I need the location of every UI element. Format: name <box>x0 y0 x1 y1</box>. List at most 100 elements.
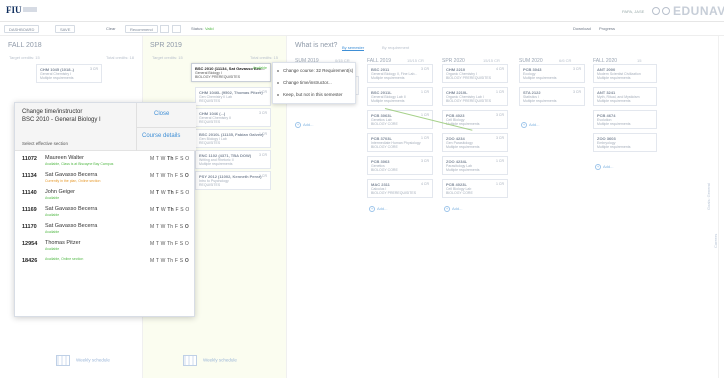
course-card[interactable]: CHM 2210L Organic Chemistry Lab I BIOLOGY … <box>442 87 508 106</box>
plus-icon: + <box>521 122 527 128</box>
course-requirement: REQUISITES <box>199 120 221 124</box>
section-row[interactable]: 12954 Thomas Pitzer Available M T W Th F… <box>15 238 196 255</box>
course-card[interactable]: PCB 3703L Intermediate Human Physiology BI… <box>367 133 433 152</box>
course-card[interactable]: BSC 2011L General Biology Lab II Multiple … <box>367 87 433 106</box>
menu-item-keep-not-this-semester[interactable]: Keep, but not in this semester <box>273 89 355 101</box>
section-id: 11169 <box>22 207 37 213</box>
add-label: Add... <box>603 164 614 169</box>
section-instructor: Sat Gavasso Becerra <box>45 223 98 229</box>
dashboard-button[interactable]: DASHBOARD <box>4 25 40 33</box>
add-course-link[interactable]: + Add... <box>295 122 313 128</box>
tab-by-semester[interactable]: By semester <box>342 45 365 51</box>
course-card[interactable]: PSY 2012 (11002, Kenneth Perez) Intro to… <box>195 171 271 190</box>
plus-icon: + <box>595 164 601 170</box>
course-card[interactable]: ANT 3241 Myth, Ritual, and Mysticism Multi… <box>593 87 657 106</box>
course-card[interactable]: CHM 1045 (1018..) General Chemistry I Mu… <box>36 64 102 83</box>
course-card[interactable]: CHM 1046 (...) General Chemistry II REQU… <box>195 108 271 127</box>
brand-logo: EDUNAV <box>673 4 724 18</box>
download-button[interactable]: Download <box>573 26 591 31</box>
section-row[interactable]: 11170 Sat Gavasso Becerra Available M T … <box>15 221 196 238</box>
redo-icon[interactable] <box>172 25 181 33</box>
course-credits: 4 CR <box>421 182 429 186</box>
top-bar: FIU PAPA, JASE EDUNAV <box>0 0 724 22</box>
add-label: Add... <box>529 122 540 127</box>
term-credits-sum-2020: 6/6 CR <box>559 58 572 63</box>
course-card[interactable]: ZOO 4234L Parasitology Lab Multiple requir… <box>442 156 508 175</box>
course-card[interactable]: BSC 2010L (11135, Fabian Galvez) Gen Bio… <box>195 129 271 148</box>
course-card[interactable]: PCB 4674 Evolution Multiple requirements <box>593 110 657 129</box>
section-row[interactable]: 11140 John Geiger Available M T W Th F S… <box>15 187 196 204</box>
section-days: M T W Th F S O <box>150 224 189 230</box>
course-requirement: BIOLOGY CORE <box>446 191 473 195</box>
course-requirement: BIOLOGY CORE <box>371 145 398 149</box>
menu-item-change-time-instructor[interactable]: Change time/instructor... <box>273 77 355 89</box>
search-icon[interactable] <box>652 7 660 15</box>
section-days: M T W Th F S O <box>150 207 190 213</box>
section-note: Available <box>45 230 60 234</box>
course-card[interactable]: ANT 2000 Modern Scientist Civilization Mul… <box>593 64 657 83</box>
course-details-button[interactable]: Course details <box>142 133 180 139</box>
course-context-menu: Change course: 32 Requirement(s) Change … <box>272 62 356 104</box>
course-card[interactable]: PCB 3063 Genetics BIOLOGY CORE 3 CR <box>367 156 433 175</box>
add-course-link[interactable]: + Add... <box>595 164 613 170</box>
course-requirement: Multiple requirements <box>371 76 405 80</box>
section-days: M T W Th F S O <box>150 241 189 247</box>
course-card[interactable]: ZOO 4234 Gen Parasitology Multiple require… <box>442 133 508 152</box>
plus-icon: + <box>295 122 301 128</box>
course-credits: 3 CR <box>496 113 504 117</box>
add-course-link[interactable]: + Add... <box>369 206 387 212</box>
section-note: Available <box>45 213 60 217</box>
course-card[interactable]: ZOO 3603 Embryology Multiple requirements <box>593 133 657 152</box>
course-card[interactable]: CHM 2210 Organic Chemistry I BIOLOGY PRERE… <box>442 64 508 83</box>
total-credits: Total credits: 15 <box>249 55 278 60</box>
careers-side-tab[interactable]: Careers <box>713 234 718 248</box>
course-card[interactable]: BSC 2011 General Biology II, Fine Lab... M… <box>367 64 433 83</box>
course-card[interactable]: MAC 2311 Calculus I BIOLOGY PREREQUISITES 4… <box>367 179 433 198</box>
course-credits: 3 CR <box>496 136 504 140</box>
course-card[interactable]: PCB 3043 Ecology Multiple requirements 3 CR <box>519 64 585 83</box>
undo-icon[interactable] <box>160 25 169 33</box>
university-logo[interactable]: FIU <box>6 5 22 15</box>
account-icon[interactable] <box>662 7 670 15</box>
course-requirement: BIOLOGY PREREQUISITES <box>446 99 492 103</box>
course-status: Available <box>252 66 267 70</box>
add-label: Add... <box>377 206 388 211</box>
course-requirement: REQUISITES <box>199 99 221 103</box>
section-id: 12954 <box>22 241 38 247</box>
clear-button[interactable]: Clear <box>106 26 116 31</box>
section-row[interactable]: 11169 Sat Gavasso Becerra Available M T … <box>15 204 196 221</box>
course-card[interactable]: ENC 1102 (4371, TBA DOW) Writing and Rhe… <box>195 150 271 169</box>
bullet-icon <box>277 70 279 72</box>
save-button[interactable]: SAVE <box>55 25 76 33</box>
course-credits: 3 CR <box>573 90 581 94</box>
section-row[interactable]: 11072 Maureen Walter Available, Class is… <box>15 153 196 170</box>
course-card-selected[interactable]: BSC 2010 (11134, Sat Gavasso Bec... Gene… <box>191 63 271 82</box>
course-card[interactable]: CHM 1046L (9502, Thomas Pitzer) Gen Chem… <box>195 87 271 106</box>
goals-side-label[interactable]: Goals: General <box>706 183 711 210</box>
status-label: Status: <box>191 26 204 31</box>
add-course-link[interactable]: + Add... <box>521 122 539 128</box>
weekly-schedule-link[interactable]: Weekly schedule <box>56 355 110 366</box>
course-credits: 3 CR <box>259 111 267 115</box>
change-time-instructor-dialog: Change time/instructor BSC 2010 - Genera… <box>14 102 196 317</box>
menu-item-label: Keep, but not in this semester <box>283 92 343 97</box>
course-card[interactable]: PCB 4023L Cell Biology Lab BIOLOGY CORE 1 C… <box>442 179 508 198</box>
section-list: 11072 Maureen Walter Available, Class is… <box>15 153 196 272</box>
menu-item-change-course[interactable]: Change course: 32 Requirement(s) <box>273 65 355 77</box>
tab-by-requirement[interactable]: By requirement <box>382 45 409 50</box>
section-row[interactable]: 18426 Available, Online section M T W Th… <box>15 255 196 272</box>
course-requirement: BIOLOGY CORE <box>371 168 398 172</box>
close-button[interactable]: Close <box>154 111 169 117</box>
course-credits: 1 CR <box>259 132 267 136</box>
course-card[interactable]: PCB 4023 Cell Biology Multiple requirement… <box>442 110 508 129</box>
course-card[interactable]: STA 2122 Statistics I Multiple requirement… <box>519 87 585 106</box>
bullet-icon <box>277 94 279 96</box>
weekly-schedule-link[interactable]: Weekly schedule <box>183 355 237 366</box>
course-credits: 1 CR <box>421 90 429 94</box>
recommend-button[interactable]: Recommend <box>125 25 158 33</box>
section-row-current[interactable]: 11134 Sat Gavasso Becerra Currently in t… <box>15 170 196 187</box>
add-course-link[interactable]: + Add... <box>444 206 462 212</box>
course-requirement: Multiple requirements <box>523 99 557 103</box>
user-name[interactable]: PAPA, JASE <box>622 9 644 14</box>
progress-label[interactable]: Progress <box>599 26 615 31</box>
